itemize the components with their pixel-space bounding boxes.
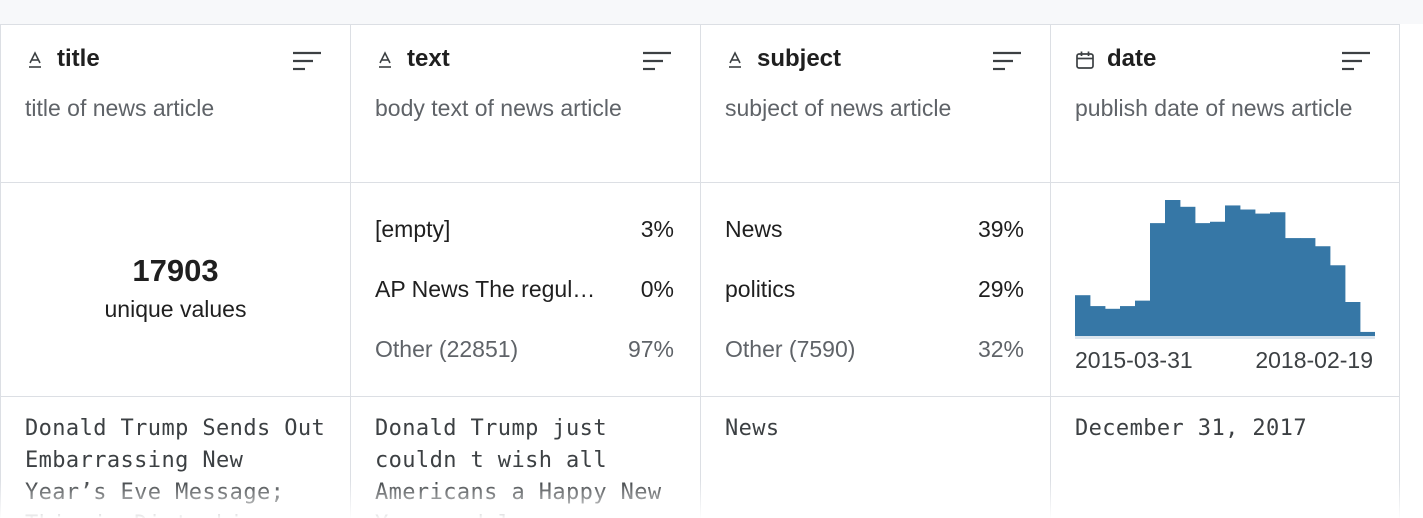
column-name: title [57,45,100,72]
column-stats: 17903 unique values [1,183,350,397]
sample-value: Donald Trump just couldn t wish all Amer… [375,416,662,518]
column-title: title title of news article 17903 unique… [0,24,351,518]
column-header[interactable]: title title of news article [1,24,350,183]
histogram-bar[interactable] [1270,212,1286,336]
column-stats: 2015-03-31 2018-02-19 [1051,183,1399,397]
histogram-min-label: 2015-03-31 [1075,347,1193,373]
column-stats: [empty] 3% AP News The regul… 0% Other (… [351,183,700,397]
histogram-max-label: 2018-02-19 [1255,347,1373,373]
frequency-percent: 3% [640,215,674,242]
top-toolbar-strip [0,0,1423,25]
sample-value: December 31, 2017 [1075,416,1307,441]
histogram-baseline [1075,336,1375,339]
histogram-bar[interactable] [1090,306,1106,336]
histogram-bar[interactable] [1345,302,1361,336]
column-text: text body text of news article [empty] 3… [351,24,701,518]
date-histogram[interactable] [1075,197,1375,339]
frequency-row-other: Other (22851) 97% [375,334,674,364]
histogram-bar[interactable] [1075,295,1091,336]
sort-icon[interactable] [642,51,672,71]
frequency-row: politics 29% [725,274,1024,304]
column-name: date [1107,45,1157,72]
histogram-bar[interactable] [1135,300,1151,336]
histogram-bar[interactable] [1315,246,1331,336]
histogram-bar[interactable] [1240,209,1256,336]
frequency-label: AP News The regul… [375,275,596,302]
frequency-label: News [725,215,783,242]
data-profile-grid: title title of news article 17903 unique… [0,24,1400,518]
column-name: subject [757,45,842,72]
frequency-percent: 97% [627,335,674,362]
frequency-percent: 32% [977,335,1024,362]
frequency-percent: 29% [977,275,1024,302]
column-description: body text of news article [375,95,622,121]
frequency-percent: 39% [977,215,1024,242]
sort-icon[interactable] [1341,51,1371,71]
frequency-row: News 39% [725,214,1024,244]
text-type-icon [25,50,45,70]
unique-label: unique values [104,296,247,322]
column-header[interactable]: subject subject of news article [701,24,1050,183]
frequency-label: [empty] [375,215,451,242]
histogram-bar[interactable] [1360,331,1375,336]
column-description: title of news article [25,95,215,121]
column-header[interactable]: text body text of news article [351,24,700,183]
sample-cell[interactable]: December 31, 2017 [1051,397,1399,518]
column-name: text [407,45,450,72]
sample-cell[interactable]: Donald Trump Sends Out Embarrassing New … [1,397,350,518]
sample-cell[interactable]: News [701,397,1050,518]
column-description: publish date of news article [1075,95,1353,121]
text-type-icon [375,50,395,70]
sample-value: Donald Trump Sends Out Embarrassing New … [25,416,326,518]
sort-icon[interactable] [292,51,322,71]
frequency-row: [empty] 3% [375,214,674,244]
text-type-icon [725,50,745,70]
frequency-percent: 0% [640,275,674,302]
histogram-bar[interactable] [1210,221,1226,336]
histogram-bar[interactable] [1255,213,1271,336]
calendar-icon [1075,50,1095,70]
frequency-label: Other (22851) [375,335,519,362]
histogram-bar[interactable] [1300,238,1316,336]
histogram-bar[interactable] [1195,223,1211,336]
column-description: subject of news article [725,95,952,121]
histogram-bar[interactable] [1330,265,1346,336]
histogram-bar[interactable] [1180,206,1196,336]
column-date: date publish date of news article 2015-0… [1051,24,1400,518]
frequency-label: politics [725,275,796,302]
column-stats: News 39% politics 29% Other (7590) 32% [701,183,1050,397]
column-subject: subject subject of news article News 39%… [701,24,1051,518]
histogram-bar[interactable] [1165,200,1181,336]
frequency-label: Other (7590) [725,335,856,362]
unique-count: 17903 [132,253,219,288]
frequency-row: AP News The regul… 0% [375,274,674,304]
sort-icon[interactable] [992,51,1022,71]
histogram-bar[interactable] [1105,308,1121,336]
histogram-bar[interactable] [1285,238,1301,336]
frequency-row-other: Other (7590) 32% [725,334,1024,364]
histogram-bar[interactable] [1150,223,1166,336]
sample-value: News [725,416,780,441]
histogram-bar[interactable] [1225,205,1241,336]
right-gutter [1400,24,1423,518]
column-header[interactable]: date publish date of news article [1051,24,1399,183]
histogram-bar[interactable] [1120,306,1136,336]
sample-cell[interactable]: Donald Trump just couldn t wish all Amer… [351,397,700,518]
